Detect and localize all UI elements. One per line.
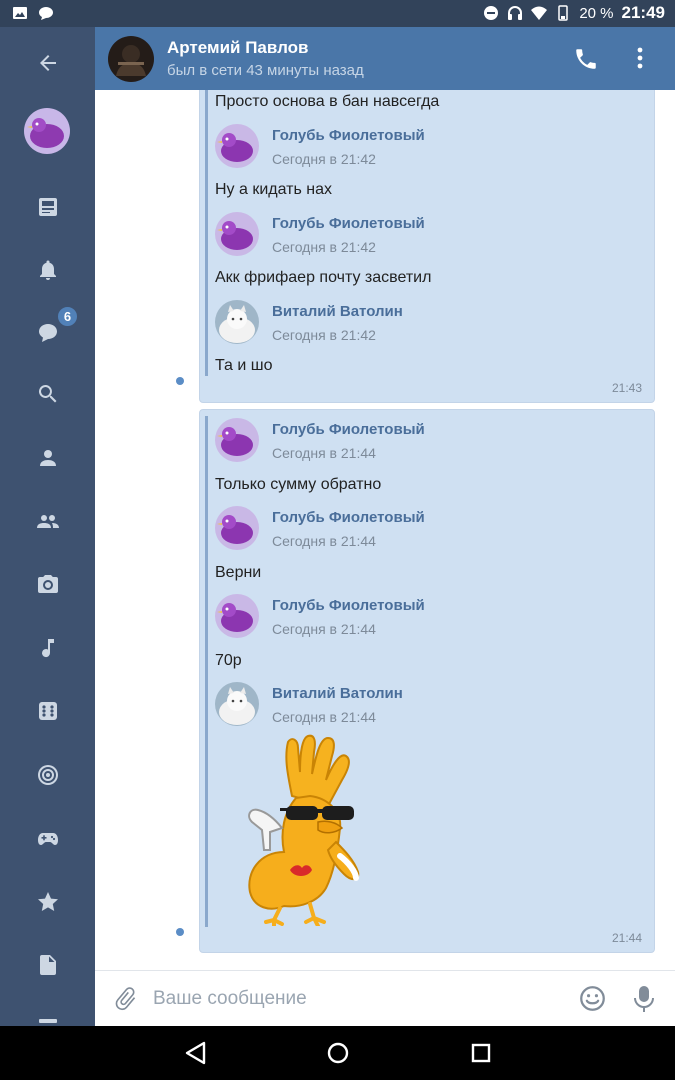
back-arrow-icon[interactable] bbox=[24, 39, 72, 87]
forward-line bbox=[205, 416, 208, 927]
friends-icon[interactable] bbox=[24, 434, 72, 482]
contact-avatar[interactable] bbox=[108, 36, 154, 82]
message-text: Только сумму обратно bbox=[215, 476, 382, 493]
news-icon[interactable] bbox=[24, 183, 72, 231]
message-date: Сегодня в 21:44 bbox=[272, 709, 376, 725]
author-name[interactable]: Голубь Фиолетовый bbox=[272, 127, 425, 144]
notifications-icon[interactable] bbox=[24, 246, 72, 294]
cat-avatar[interactable] bbox=[215, 300, 259, 344]
recents-nav-icon[interactable] bbox=[467, 1039, 495, 1067]
message-date: Сегодня в 21:42 bbox=[272, 239, 376, 255]
message-input[interactable] bbox=[153, 981, 553, 1017]
status-bar: 20 % 21:49 bbox=[0, 0, 675, 27]
search-icon[interactable] bbox=[24, 370, 72, 418]
communities-icon[interactable] bbox=[24, 497, 72, 545]
author-name[interactable]: Голубь Фиолетовый bbox=[272, 421, 425, 438]
message-date: Сегодня в 21:44 bbox=[272, 621, 376, 637]
message-text: Акк фрифаер почту засветил bbox=[215, 269, 432, 286]
image-icon bbox=[13, 7, 27, 19]
author-name[interactable]: Голубь Фиолетовый bbox=[272, 215, 425, 232]
author-name[interactable]: Голубь Фиолетовый bbox=[272, 597, 425, 614]
music-icon[interactable] bbox=[24, 624, 72, 672]
chat-header: Артемий Павлов был в сети 43 минуты наза… bbox=[95, 27, 675, 90]
unread-badge: 6 bbox=[56, 305, 79, 328]
pigeon-avatar[interactable] bbox=[215, 212, 259, 256]
phone-icon[interactable] bbox=[573, 46, 599, 72]
message-time: 21:43 bbox=[611, 381, 642, 395]
photos-icon[interactable] bbox=[24, 560, 72, 608]
message-text: Ну а кидать нах bbox=[215, 181, 333, 198]
unread-dot bbox=[176, 928, 184, 936]
back-nav-icon[interactable] bbox=[182, 1039, 210, 1067]
attach-icon[interactable] bbox=[113, 986, 139, 1012]
unread-dot bbox=[176, 377, 184, 385]
message-time: 21:44 bbox=[611, 931, 642, 945]
pigeon-avatar[interactable] bbox=[215, 506, 259, 550]
profile-avatar[interactable] bbox=[24, 108, 70, 154]
author-name[interactable]: Виталий Ватолин bbox=[272, 303, 403, 320]
microphone-icon[interactable] bbox=[632, 984, 656, 1014]
author-name[interactable]: Голубь Фиолетовый bbox=[272, 509, 425, 526]
wifi-icon bbox=[531, 6, 548, 20]
emoji-icon[interactable] bbox=[579, 985, 606, 1012]
message-composer bbox=[95, 970, 675, 1026]
message-text: Верни bbox=[215, 564, 262, 581]
pigeon-avatar[interactable] bbox=[215, 418, 259, 462]
sticker-image[interactable] bbox=[240, 732, 388, 926]
message-date: Сегодня в 21:42 bbox=[272, 151, 376, 167]
message-list[interactable]: Просто основа в бан навсегда Голубь Фиол… bbox=[95, 90, 675, 970]
home-nav-icon[interactable] bbox=[324, 1039, 352, 1067]
message-date: Сегодня в 21:44 bbox=[272, 533, 376, 549]
games-icon[interactable] bbox=[24, 815, 72, 863]
cat-avatar[interactable] bbox=[215, 682, 259, 726]
clock: 21:49 bbox=[621, 3, 665, 22]
author-name[interactable]: Виталий Ватолин bbox=[272, 685, 403, 702]
headset-icon bbox=[508, 6, 523, 20]
sidebar: 6 bbox=[0, 27, 95, 1026]
pigeon-avatar[interactable] bbox=[215, 594, 259, 638]
favorites-icon[interactable] bbox=[24, 878, 72, 926]
contact-name[interactable]: Артемий Павлов bbox=[167, 38, 309, 58]
battery-percent: 20 % bbox=[579, 4, 614, 22]
more-menu-icon[interactable] bbox=[24, 1002, 72, 1026]
message-bubble[interactable]: Голубь Фиолетовый Сегодня в 21:44 Только… bbox=[199, 409, 655, 953]
more-vertical-icon[interactable] bbox=[627, 44, 653, 72]
live-icon[interactable] bbox=[24, 751, 72, 799]
contact-status: был в сети 43 минуты назад bbox=[167, 62, 364, 79]
message-text: Та и шо bbox=[215, 357, 273, 374]
battery-icon bbox=[558, 5, 569, 21]
documents-icon[interactable] bbox=[24, 941, 72, 989]
message-text: Просто основа в бан навсегда bbox=[215, 93, 440, 110]
message-bubble[interactable]: Просто основа в бан навсегда Голубь Фиол… bbox=[199, 90, 655, 403]
alarm-icon bbox=[484, 6, 499, 20]
message-date: Сегодня в 21:42 bbox=[272, 327, 376, 343]
message-date: Сегодня в 21:44 bbox=[272, 445, 376, 461]
forward-line bbox=[205, 90, 208, 376]
chat-bubble-icon bbox=[39, 7, 53, 20]
pigeon-avatar[interactable] bbox=[215, 124, 259, 168]
apps-icon[interactable] bbox=[24, 687, 72, 735]
message-text: 70р bbox=[215, 652, 242, 669]
android-nav-bar bbox=[0, 1026, 675, 1080]
